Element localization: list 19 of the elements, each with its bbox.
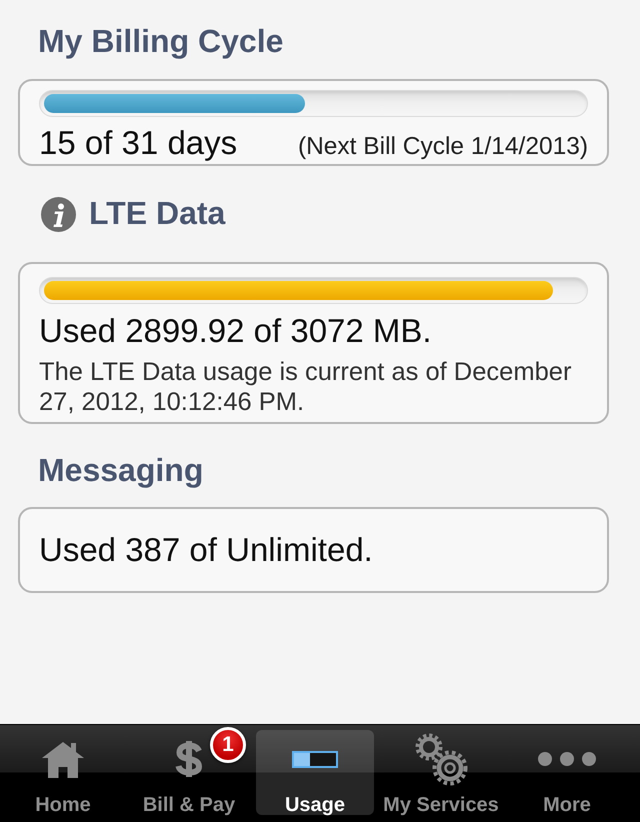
next-cycle-text: (Next Bill Cycle 1/14/2013) — [298, 133, 588, 161]
section-title: LTE Data — [89, 194, 226, 232]
usage-tab[interactable]: Usage — [256, 730, 374, 815]
dollar-icon — [174, 741, 204, 777]
services-tab[interactable]: My Services — [382, 730, 500, 815]
data-used-text: Used 2899.92 of 3072 MB. — [39, 314, 433, 348]
info-icon[interactable] — [41, 197, 76, 232]
three-dots-icon — [538, 752, 596, 766]
messages-used-text: Used 387 of Unlimited. — [39, 533, 374, 567]
more-tab[interactable]: More — [508, 730, 626, 815]
days-elapsed-text: 15 of 31 days — [39, 126, 238, 160]
data-note-text: The LTE Data usage is current as of December 27, 2012, 10:12:46 PM. — [39, 357, 572, 417]
notification-badge: 1 — [210, 727, 246, 763]
section-title: Messaging — [38, 451, 204, 489]
gears-icon — [414, 732, 468, 786]
home-tab[interactable]: Home — [4, 730, 122, 815]
meter-icon — [292, 750, 338, 768]
section-title: My Billing Cycle — [38, 22, 284, 60]
house-icon — [41, 740, 85, 778]
